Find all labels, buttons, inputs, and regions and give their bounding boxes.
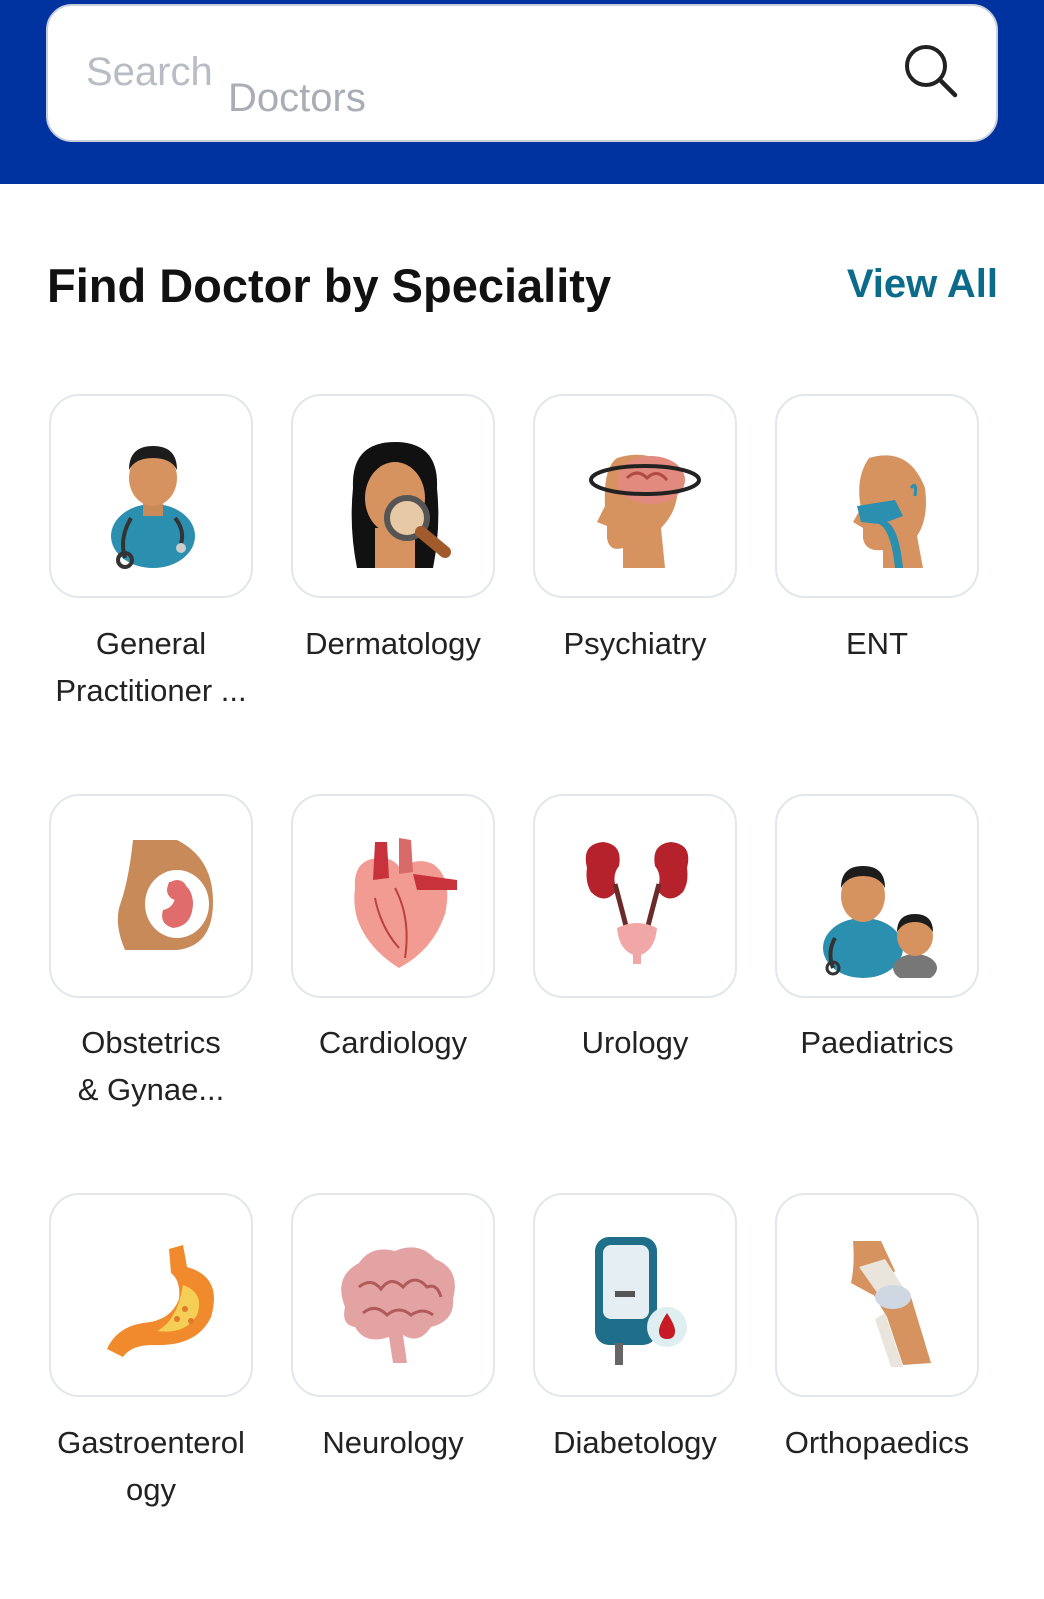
speciality-tile-gastroenterology[interactable] (49, 1193, 253, 1397)
label-line1: Obstetrics (81, 1025, 221, 1060)
glucometer-icon (595, 1237, 687, 1365)
speciality-tile-psychiatry[interactable] (533, 394, 737, 598)
label-line2: Practitioner ... (55, 673, 247, 708)
psychiatry-icon (589, 454, 701, 568)
speciality-label: ENT (762, 620, 992, 667)
speciality-label: Psychiatry (520, 620, 750, 667)
label-line2: & Gynae... (77, 1072, 225, 1107)
kidney-icon (585, 842, 689, 964)
speciality-tile-obstetrics[interactable] (49, 794, 253, 998)
search-placeholder-line2: Doctors (228, 76, 366, 120)
top-bar: Search Doctors (0, 0, 1044, 184)
ent-icon (853, 455, 926, 568)
section-title: Find Doctor by Speciality (47, 259, 612, 312)
search-input[interactable]: Search Doctors (46, 4, 998, 142)
label-line1: General (95, 626, 207, 661)
speciality-label: Neurology (278, 1419, 508, 1466)
speciality-tile-paediatrics[interactable] (775, 794, 979, 998)
label-line1: Paediatrics (800, 1025, 954, 1060)
speciality-tile-neurology[interactable] (291, 1193, 495, 1397)
view-all-link[interactable]: View All (847, 262, 998, 307)
speciality-tile-general-practitioner[interactable] (49, 394, 253, 598)
knee-joint-icon (851, 1241, 931, 1367)
label-line1: Orthopaedics (784, 1425, 970, 1460)
speciality-tile-urology[interactable] (533, 794, 737, 998)
label-line1: Neurology (322, 1425, 464, 1460)
speciality-tile-dermatology[interactable] (291, 394, 495, 598)
speciality-tile-diabetology[interactable] (533, 1193, 737, 1397)
stomach-icon (107, 1245, 214, 1357)
general-practitioner-icon (111, 446, 195, 569)
speciality-label: Cardiology (278, 1019, 508, 1066)
obstetrics-icon (117, 840, 213, 950)
dermatology-icon (351, 442, 451, 568)
search-placeholder-line1: Search (86, 50, 213, 94)
speciality-label: Urology (520, 1019, 750, 1066)
speciality-label: Gastroenterol ogy (36, 1419, 266, 1513)
speciality-tile-cardiology[interactable] (291, 794, 495, 998)
paediatrics-icon (823, 866, 937, 978)
speciality-label: Paediatrics (762, 1019, 992, 1066)
label-line1: Dermatology (305, 626, 481, 661)
speciality-tile-orthopaedics[interactable] (775, 1193, 979, 1397)
speciality-label: Obstetrics & Gynae... (36, 1019, 266, 1113)
label-line1: Cardiology (318, 1025, 468, 1060)
brain-icon (341, 1247, 455, 1363)
label-line2: ogy (126, 1472, 176, 1507)
speciality-label: General Practitioner ... (36, 620, 266, 714)
speciality-label: Diabetology (520, 1419, 750, 1466)
label-line1: Gastroenterol (57, 1425, 245, 1460)
label-line1: Urology (581, 1025, 689, 1060)
speciality-tile-ent[interactable] (775, 394, 979, 598)
speciality-label: Dermatology (278, 620, 508, 667)
label-line1: Psychiatry (563, 626, 707, 661)
search-icon[interactable] (902, 42, 960, 100)
label-line1: Diabetology (553, 1425, 717, 1460)
heart-icon (354, 838, 457, 968)
label-line1: ENT (846, 626, 908, 661)
speciality-label: Orthopaedics (762, 1419, 992, 1466)
